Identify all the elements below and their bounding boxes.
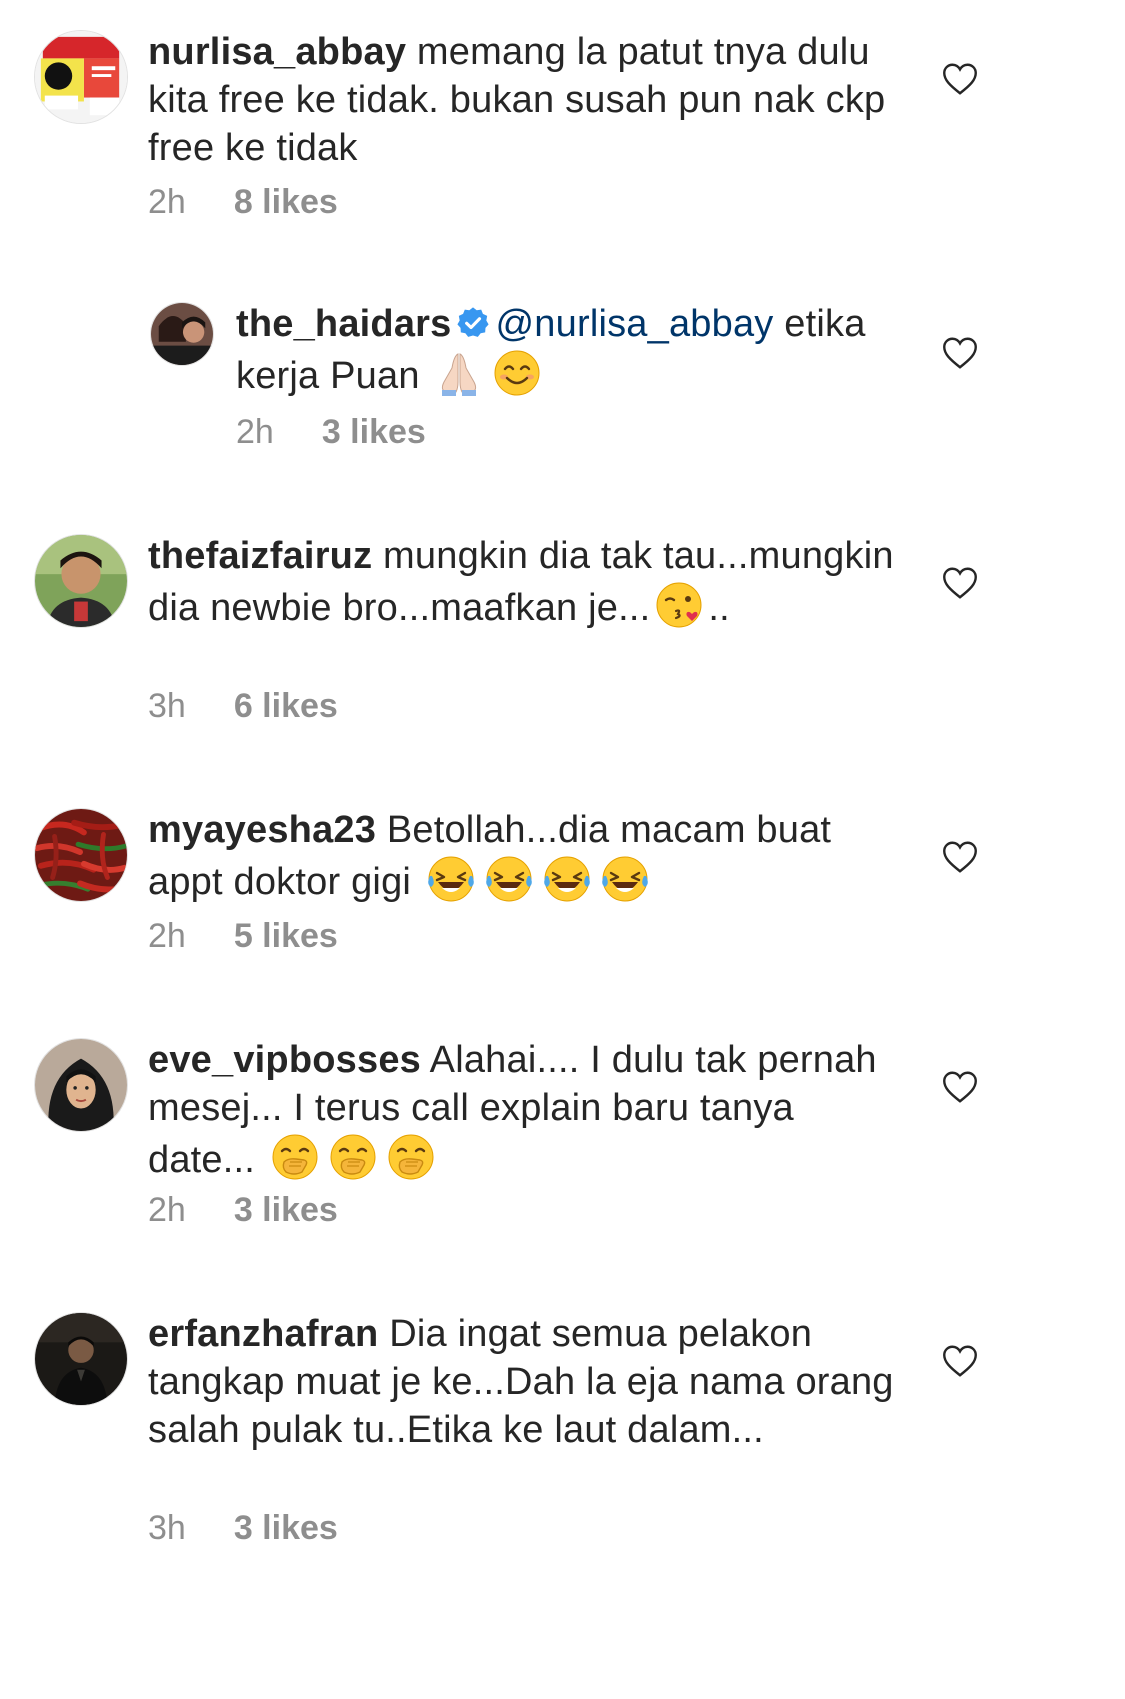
comment-likes[interactable]: 5 likes	[234, 917, 338, 955]
comment-username[interactable]: myayesha23	[148, 809, 376, 851]
tears-of-joy-emoji	[486, 856, 532, 902]
hand-over-mouth-emoji	[330, 1134, 376, 1180]
comment-likes[interactable]: 6 likes	[234, 687, 338, 725]
verified-badge-icon	[456, 307, 489, 337]
comment-username[interactable]: thefaizfairuz	[148, 535, 372, 577]
comment-text: thefaizfairuz mungkin dia tak tau...mung…	[148, 532, 908, 632]
avatar-dark[interactable]	[34, 1312, 128, 1406]
comment-meta: 2h 3 likes	[236, 412, 426, 452]
tears-of-joy-emoji	[428, 856, 474, 902]
comment-time: 3h	[148, 1509, 186, 1547]
tears-of-joy-emoji	[602, 856, 648, 902]
comment-meta: 2h 5 likes	[148, 916, 338, 956]
face-blowing-kiss-emoji	[656, 582, 702, 628]
comment-text: eve_vipbosses Alahai.... I dulu tak pern…	[148, 1036, 908, 1184]
comment-meta: 3h 6 likes	[148, 686, 338, 726]
comment-time: 2h	[148, 183, 186, 221]
avatar-couple[interactable]	[150, 302, 214, 366]
comment-text: erfanzhafran Dia ingat semua pelakon tan…	[148, 1310, 908, 1454]
comment-likes[interactable]: 8 likes	[234, 183, 338, 221]
heart-outline-icon[interactable]	[942, 1070, 978, 1104]
comment-time: 2h	[148, 917, 186, 955]
tears-of-joy-emoji	[544, 856, 590, 902]
comment-text: nurlisa_abbay memang la patut tnya dulu …	[148, 28, 908, 172]
comment-meta: 2h 8 likes	[148, 182, 338, 222]
comment-time: 2h	[148, 1191, 186, 1229]
hand-over-mouth-emoji	[272, 1134, 318, 1180]
comment-meta: 2h 3 likes	[148, 1190, 338, 1230]
avatar-chilies[interactable]	[34, 808, 128, 902]
comment-meta: 3h 3 likes	[148, 1508, 338, 1548]
mention-link[interactable]: @nurlisa_abbay	[496, 303, 774, 345]
heart-outline-icon[interactable]	[942, 566, 978, 600]
comment-time: 3h	[148, 687, 186, 725]
avatar-man[interactable]	[34, 534, 128, 628]
comment-likes[interactable]: 3 likes	[234, 1191, 338, 1229]
comment-likes[interactable]: 3 likes	[322, 413, 426, 451]
comment-text: the_haidars @nurlisa_abbay etika kerja P…	[236, 300, 906, 400]
avatar-hijab[interactable]	[34, 1038, 128, 1132]
hand-over-mouth-emoji	[388, 1134, 434, 1180]
heart-outline-icon[interactable]	[942, 840, 978, 874]
heart-outline-icon[interactable]	[942, 62, 978, 96]
comment-time: 2h	[236, 413, 274, 451]
comment-likes[interactable]: 3 likes	[234, 1509, 338, 1547]
comment-username[interactable]: erfanzhafran	[148, 1313, 378, 1355]
heart-outline-icon[interactable]	[942, 1344, 978, 1378]
avatar-poster[interactable]	[34, 30, 128, 124]
comment-username[interactable]: nurlisa_abbay	[148, 31, 406, 73]
comment-body-end: ..	[708, 587, 730, 629]
comment-username[interactable]: the_haidars	[236, 303, 452, 345]
comment-username[interactable]: eve_vipbosses	[148, 1039, 421, 1081]
smiling-face-emoji	[494, 350, 540, 396]
heart-outline-icon[interactable]	[942, 336, 978, 370]
comment-text: myayesha23 Betollah...dia macam buat app…	[148, 806, 908, 906]
folded-hands-emoji	[442, 353, 477, 396]
